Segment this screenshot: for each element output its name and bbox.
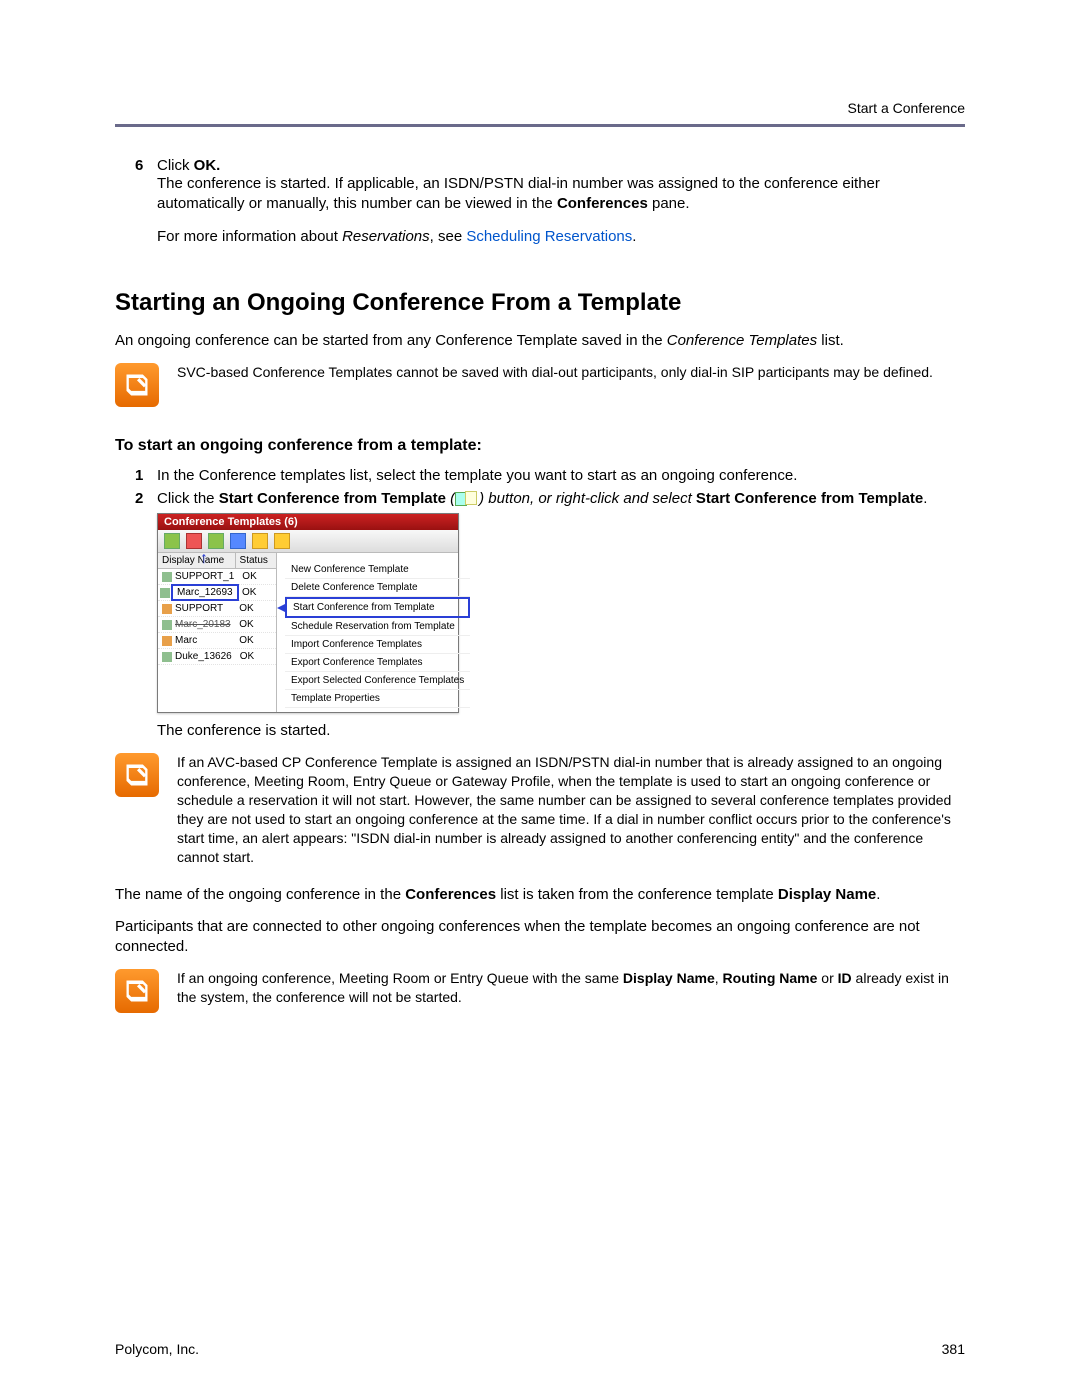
col-display-name: Display Name↑ xyxy=(158,553,236,568)
menu-item: Schedule Reservation from Template xyxy=(285,618,470,636)
step-6-p2: For more information about Reservations,… xyxy=(157,227,965,247)
footer-company: Polycom, Inc. xyxy=(115,1341,199,1357)
note-icon xyxy=(115,363,159,407)
start-conf-from-template-icon xyxy=(455,491,479,505)
page-section-header: Start a Conference xyxy=(115,100,965,116)
menu-item: Export Conference Templates xyxy=(285,654,470,672)
step-1: 1 In the Conference templates list, sele… xyxy=(135,467,965,484)
menu-item: Export Selected Conference Templates xyxy=(285,672,470,690)
menu-item: Delete Conference Template xyxy=(285,579,470,597)
step-number: 6 xyxy=(135,157,157,259)
page-footer: Polycom, Inc. 381 xyxy=(115,1341,965,1357)
toolbar-icon xyxy=(186,533,202,549)
menu-item-start-conference: Start Conference from Template xyxy=(285,597,470,618)
toolbar-icon xyxy=(230,533,246,549)
mock-template-list: Display Name↑ Status SUPPORT_1OK Marc_12… xyxy=(158,553,277,712)
participants-paragraph: Participants that are connected to other… xyxy=(115,917,965,958)
intro-paragraph: An ongoing conference can be started fro… xyxy=(115,331,965,351)
note-isdn-conflict: If an AVC-based CP Conference Template i… xyxy=(115,753,965,866)
note-icon xyxy=(115,969,159,1013)
menu-item: New Conference Template xyxy=(285,561,470,579)
header-rule xyxy=(115,124,965,127)
menu-item: Import Conference Templates xyxy=(285,636,470,654)
step-2-text: Click the Start Conference from Template… xyxy=(157,490,965,507)
note-text: If an ongoing conference, Meeting Room o… xyxy=(177,969,965,1007)
display-name-paragraph: The name of the ongoing conference in th… xyxy=(115,885,965,905)
mock-title: Conference Templates (6) xyxy=(158,514,458,530)
menu-item: Template Properties xyxy=(285,690,470,708)
screenshot-conference-templates: Conference Templates (6) Display Name↑ S… xyxy=(157,513,459,713)
note-text: SVC-based Conference Templates cannot be… xyxy=(177,363,965,382)
procedure-heading: To start an ongoing conference from a te… xyxy=(115,437,965,455)
footer-page-number: 381 xyxy=(942,1341,965,1357)
conference-started-text: The conference is started. xyxy=(157,721,965,741)
heading-starting-from-template: Starting an Ongoing Conference From a Te… xyxy=(115,289,965,317)
note-icon xyxy=(115,753,159,797)
note-text: If an AVC-based CP Conference Template i… xyxy=(177,753,965,866)
step-1-text: In the Conference templates list, select… xyxy=(157,467,965,484)
toolbar-icon xyxy=(274,533,290,549)
toolbar-icon xyxy=(208,533,224,549)
step-6-line1: Click OK. xyxy=(157,157,965,174)
toolbar-icon xyxy=(164,533,180,549)
step-6: 6 Click OK. The conference is started. I… xyxy=(135,157,965,259)
selected-template: Marc_12693 xyxy=(171,584,239,601)
step-2: 2 Click the Start Conference from Templa… xyxy=(135,490,965,507)
mock-context-menu: New Conference Template Delete Conferenc… xyxy=(277,553,470,712)
step-6-p1: The conference is started. If applicable… xyxy=(157,174,965,215)
note-duplicate-name: If an ongoing conference, Meeting Room o… xyxy=(115,969,965,1013)
toolbar-icon xyxy=(252,533,268,549)
note-svc-templates: SVC-based Conference Templates cannot be… xyxy=(115,363,965,407)
step-number: 2 xyxy=(135,490,157,507)
blue-arrow-icon: ↑ xyxy=(200,550,208,568)
link-scheduling-reservations[interactable]: Scheduling Reservations xyxy=(466,228,632,245)
col-status: Status xyxy=(236,553,276,568)
step-number: 1 xyxy=(135,467,157,484)
